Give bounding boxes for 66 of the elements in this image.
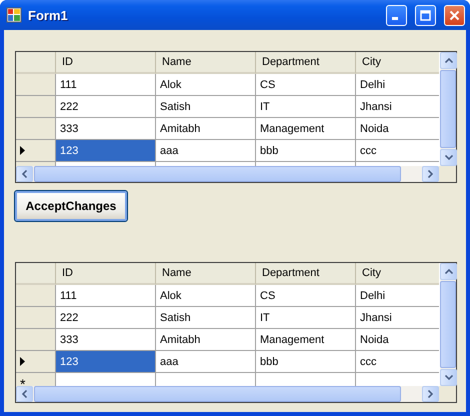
table-cell[interactable]: Management: [256, 118, 356, 140]
table-cell[interactable]: Delhi: [356, 74, 439, 96]
scroll-right-icon[interactable]: [428, 170, 433, 178]
close-button[interactable]: [444, 4, 465, 26]
row-header[interactable]: [16, 140, 56, 162]
table-cell[interactable]: Alok: [156, 285, 256, 307]
table-cell[interactable]: Amitabh: [156, 118, 256, 140]
scroll-left-icon[interactable]: [22, 390, 27, 398]
minimize-icon: [392, 17, 398, 20]
table-cell[interactable]: 333: [56, 329, 156, 351]
table-cell[interactable]: 123: [56, 140, 156, 162]
new-row-marker: *: [20, 376, 26, 386]
table-cell[interactable]: bbb: [256, 140, 356, 162]
current-row-icon: [20, 146, 25, 155]
table-cell[interactable]: CS: [256, 285, 356, 307]
table-cell[interactable]: aaa: [156, 140, 256, 162]
table-cell[interactable]: Jhansi: [356, 96, 439, 118]
column-header[interactable]: ID: [56, 263, 156, 285]
app-icon: [6, 7, 22, 23]
table-cell[interactable]: ccc: [356, 140, 439, 162]
table-cell[interactable]: 333: [56, 118, 156, 140]
table-cell[interactable]: IT: [256, 307, 356, 329]
table-cell[interactable]: bbb: [256, 351, 356, 373]
table-cell[interactable]: Management: [256, 329, 356, 351]
accept-changes-button[interactable]: AcceptChanges: [14, 190, 128, 222]
scroll-up-icon[interactable]: [444, 269, 452, 274]
table-cell[interactable]: Delhi: [356, 285, 439, 307]
horizontal-scrollbar[interactable]: [16, 386, 439, 402]
column-header[interactable]: ID: [56, 52, 156, 74]
scroll-left-icon[interactable]: [22, 170, 27, 178]
scroll-down-icon[interactable]: [444, 375, 452, 380]
table-cell[interactable]: Jhansi: [356, 307, 439, 329]
header-corner[interactable]: [16, 52, 56, 74]
table-cell[interactable]: 111: [56, 285, 156, 307]
column-header[interactable]: Name: [156, 52, 256, 74]
table-cell[interactable]: CS: [256, 74, 356, 96]
table-cell[interactable]: Noida: [356, 118, 439, 140]
table-cell[interactable]: 111: [56, 74, 156, 96]
maximize-icon: [420, 10, 431, 20]
table-cell[interactable]: IT: [256, 96, 356, 118]
horizontal-scrollbar[interactable]: [16, 166, 439, 182]
vertical-scrollbar[interactable]: [439, 52, 456, 166]
table-cell[interactable]: Noida: [356, 329, 439, 351]
column-header[interactable]: Department: [256, 263, 356, 285]
row-header[interactable]: [16, 351, 56, 373]
column-header[interactable]: Department: [256, 52, 356, 74]
table-cell[interactable]: Amitabh: [156, 329, 256, 351]
window-title: Form1: [28, 8, 69, 22]
table-cell[interactable]: Satish: [156, 96, 256, 118]
header-corner[interactable]: [16, 263, 56, 285]
vertical-scrollbar[interactable]: [439, 263, 456, 386]
scroll-up-icon[interactable]: [444, 58, 452, 63]
table-cell[interactable]: ccc: [356, 351, 439, 373]
current-row-icon: [20, 357, 25, 366]
scroll-right-icon[interactable]: [428, 390, 433, 398]
close-icon: [449, 10, 460, 20]
table-cell[interactable]: 222: [56, 96, 156, 118]
minimize-button[interactable]: [386, 4, 407, 26]
maximize-button[interactable]: [415, 4, 436, 26]
scroll-down-icon[interactable]: [444, 155, 452, 160]
table-cell[interactable]: aaa: [156, 351, 256, 373]
table-cell[interactable]: Alok: [156, 74, 256, 96]
table-cell[interactable]: 222: [56, 307, 156, 329]
column-header[interactable]: Name: [156, 263, 256, 285]
table-cell[interactable]: 123: [56, 351, 156, 373]
table-cell[interactable]: Satish: [156, 307, 256, 329]
